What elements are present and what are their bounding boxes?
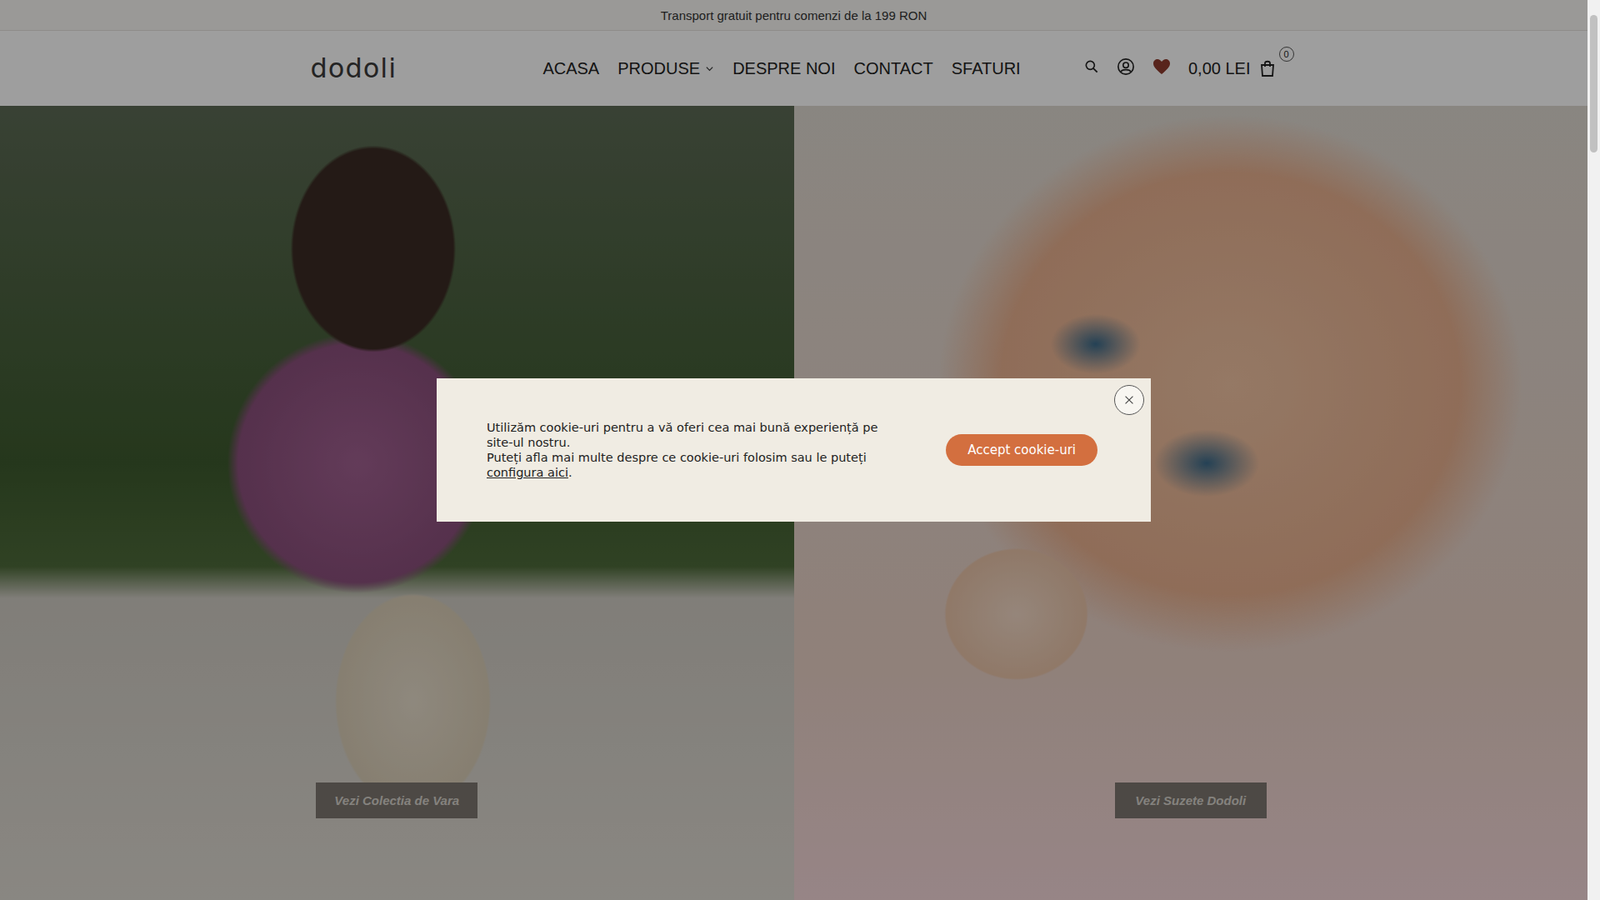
cookie-line: Puteți afla mai multe despre ce cookie-u… [486, 450, 904, 480]
configure-link[interactable]: configura aici [486, 465, 569, 480]
close-button[interactable] [1114, 385, 1145, 415]
modal-overlay: Utilizăm cookie-uri pentru a vă oferi ce… [0, 0, 1588, 900]
cookie-text: Utilizăm cookie-uri pentru a vă oferi ce… [486, 420, 878, 450]
close-icon [1122, 393, 1136, 407]
cookie-text: Puteți afla mai multe despre ce cookie-u… [486, 450, 867, 465]
cookie-message: Utilizăm cookie-uri pentru a vă oferi ce… [486, 420, 904, 480]
scroll-thumb[interactable] [1590, 15, 1598, 153]
accept-button[interactable]: Accept cookie-uri [945, 434, 1098, 466]
cookie-dialog: Utilizăm cookie-uri pentru a vă oferi ce… [436, 378, 1151, 522]
scrollbar[interactable] [1587, 0, 1600, 900]
cookie-line: Utilizăm cookie-uri pentru a vă oferi ce… [486, 420, 904, 450]
cookie-text: . [568, 465, 573, 480]
